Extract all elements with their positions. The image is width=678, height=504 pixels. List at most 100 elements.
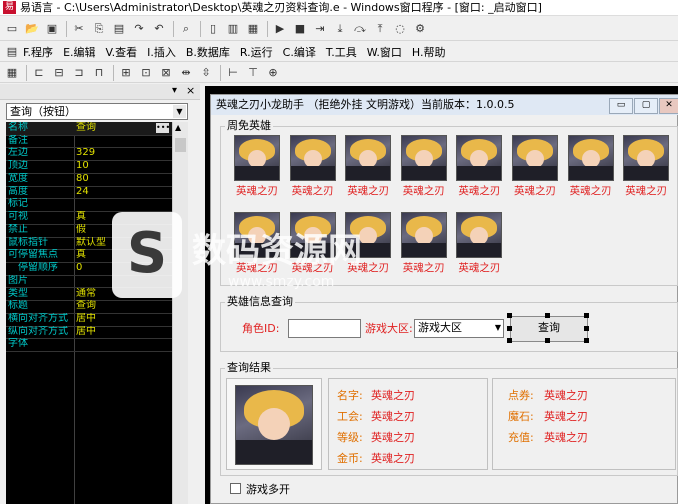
property-value[interactable]: 真: [76, 249, 170, 262]
ellipsis-button[interactable]: •••: [156, 123, 170, 133]
open-icon[interactable]: 📂: [23, 20, 41, 38]
server-select[interactable]: 游戏大区 ▼: [414, 319, 504, 338]
layout2-icon[interactable]: ▦: [244, 20, 262, 38]
property-row[interactable]: 纵向对齐方式 居中: [6, 326, 172, 340]
h-space-icon[interactable]: ⇹: [177, 64, 195, 82]
same-width-icon[interactable]: ⊞: [117, 64, 135, 82]
property-row[interactable]: 高度 24: [6, 186, 172, 200]
layout-icon[interactable]: ▥: [224, 20, 242, 38]
arrange-icon[interactable]: ⊕: [264, 64, 282, 82]
grid-icon[interactable]: ▦: [3, 64, 21, 82]
menu-program[interactable]: F.程序: [23, 44, 53, 60]
align-left-icon[interactable]: ⊏: [30, 64, 48, 82]
hero-card[interactable]: 英魂之刃: [232, 212, 282, 274]
hero-card[interactable]: 英魂之刃: [232, 135, 282, 197]
v-space-icon[interactable]: ⇳: [197, 64, 215, 82]
menu-tools[interactable]: T.工具: [326, 44, 357, 60]
property-row[interactable]: 宽度 80: [6, 173, 172, 187]
save-icon[interactable]: ▣: [43, 20, 61, 38]
copy-icon[interactable]: ⎘: [90, 20, 108, 38]
hero-card[interactable]: 英魂之刃: [621, 135, 671, 197]
menu-insert[interactable]: I.插入: [147, 44, 176, 60]
align-right-icon[interactable]: ⊐: [70, 64, 88, 82]
chevron-down-icon[interactable]: ▼: [173, 105, 186, 118]
chevron-down-icon[interactable]: ▼: [495, 320, 501, 335]
property-value[interactable]: 居中: [76, 313, 170, 326]
property-row[interactable]: 可视 真: [6, 211, 172, 225]
scroll-thumb[interactable]: [175, 138, 186, 152]
step-over-icon[interactable]: ⤼: [351, 20, 369, 38]
debug-icon[interactable]: ⚙: [411, 20, 429, 38]
property-row[interactable]: 禁止 假: [6, 224, 172, 238]
property-row[interactable]: 图片: [6, 275, 172, 289]
same-height-icon[interactable]: ⊡: [137, 64, 155, 82]
step-icon[interactable]: ⇥: [311, 20, 329, 38]
panel-close-icon[interactable]: ×: [186, 84, 195, 97]
property-row[interactable]: 备注: [6, 135, 172, 149]
menu-database[interactable]: B.数据库: [186, 44, 230, 60]
property-row[interactable]: 左边 329: [6, 147, 172, 162]
resize-handle[interactable]: [507, 326, 512, 331]
menu-help[interactable]: H.帮助: [412, 44, 446, 60]
property-row[interactable]: 鼠标指针 默认型: [6, 237, 172, 251]
component-selector[interactable]: 查询（按钮） ▼: [6, 103, 188, 120]
property-value[interactable]: 80: [76, 173, 170, 186]
resize-handle[interactable]: [584, 338, 589, 343]
property-row[interactable]: 可停留焦点 真: [6, 249, 172, 264]
stop-icon[interactable]: ■: [291, 20, 309, 38]
new-file-icon[interactable]: ▭: [3, 20, 21, 38]
resize-handle[interactable]: [545, 313, 550, 318]
property-value[interactable]: 0: [76, 262, 170, 275]
minimize-button[interactable]: ▭: [609, 98, 633, 114]
step-out-icon[interactable]: ⤒: [371, 20, 389, 38]
property-value[interactable]: 查询: [76, 300, 170, 313]
menu-compile[interactable]: C.编译: [283, 44, 316, 60]
property-value[interactable]: 通常: [76, 288, 170, 301]
menu-run[interactable]: R.运行: [240, 44, 273, 60]
window-icon[interactable]: ▯: [204, 20, 222, 38]
find-icon[interactable]: ⌕: [177, 20, 195, 38]
resize-handle[interactable]: [507, 313, 512, 318]
maximize-button[interactable]: ▢: [634, 98, 658, 114]
menu-window[interactable]: W.窗口: [367, 44, 402, 60]
hero-card[interactable]: 英魂之刃: [343, 135, 393, 197]
undo-icon[interactable]: ↶: [150, 20, 168, 38]
property-value[interactable]: 329: [76, 147, 170, 160]
panel-pin-icon[interactable]: ▾: [172, 85, 177, 96]
hero-card[interactable]: 英魂之刃: [399, 135, 449, 197]
property-row[interactable]: 类型 通常: [6, 288, 172, 302]
hero-card[interactable]: 英魂之刃: [454, 212, 504, 274]
scroll-up-icon[interactable]: ▲: [175, 123, 181, 132]
resize-handle[interactable]: [545, 338, 550, 343]
paste-icon[interactable]: ▤: [110, 20, 128, 38]
property-value[interactable]: 默认型: [76, 237, 170, 250]
hero-card[interactable]: 英魂之刃: [566, 135, 616, 197]
align-center-icon[interactable]: ⊟: [50, 64, 68, 82]
property-row[interactable]: 顶边 10: [6, 160, 172, 174]
property-value[interactable]: 10: [76, 160, 170, 173]
same-size-icon[interactable]: ⊠: [157, 64, 175, 82]
center-h-icon[interactable]: ⊢: [224, 64, 242, 82]
close-button[interactable]: ✕: [659, 98, 678, 114]
property-scrollbar[interactable]: ▲: [172, 122, 188, 504]
run-icon[interactable]: ▶: [271, 20, 289, 38]
property-row[interactable]: 名称 查询 •••: [6, 122, 172, 136]
resize-handle[interactable]: [584, 313, 589, 318]
property-value[interactable]: 假: [76, 224, 170, 237]
property-row[interactable]: 标题 查询: [6, 300, 172, 314]
property-row[interactable]: 停留顺序 0: [6, 262, 172, 276]
align-top-icon[interactable]: ⊓: [90, 64, 108, 82]
hero-card[interactable]: 英魂之刃: [454, 135, 504, 197]
menu-view[interactable]: V.查看: [106, 44, 138, 60]
property-value[interactable]: 居中: [76, 326, 170, 339]
property-row[interactable]: 字体: [6, 338, 172, 353]
menu-app-icon[interactable]: ▤: [3, 43, 21, 61]
hero-card[interactable]: 英魂之刃: [288, 212, 338, 274]
cut-icon[interactable]: ✂: [70, 20, 88, 38]
menu-edit[interactable]: E.编辑: [63, 44, 95, 60]
hero-card[interactable]: 英魂之刃: [288, 135, 338, 197]
step-into-icon[interactable]: ⤓: [331, 20, 349, 38]
hero-card[interactable]: 英魂之刃: [399, 212, 449, 274]
hero-card[interactable]: 英魂之刃: [343, 212, 393, 274]
redo-icon[interactable]: ↷: [130, 20, 148, 38]
